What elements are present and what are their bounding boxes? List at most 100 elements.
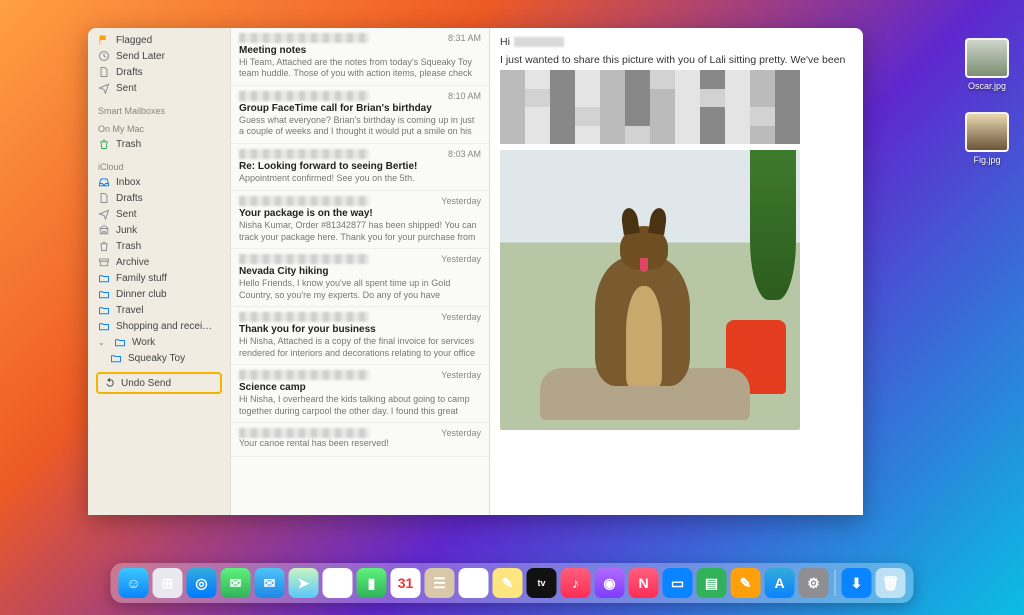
message-item[interactable]: YesterdayScience campHi Nisha, I overhea… bbox=[231, 365, 489, 423]
trash-icon bbox=[98, 138, 110, 150]
sidebar-item-send-later[interactable]: Send Later bbox=[88, 48, 230, 64]
dock-app-facetime[interactable]: ▮ bbox=[357, 568, 387, 598]
dock-app-finder[interactable]: ☺ bbox=[119, 568, 149, 598]
message-time: Yesterday bbox=[441, 428, 481, 438]
folder-icon bbox=[114, 336, 126, 348]
message-item[interactable]: 8:31 AMMeeting notesHi Team, Attached ar… bbox=[231, 28, 489, 86]
sidebar-item-label: Send Later bbox=[116, 51, 165, 62]
message-subject: Your package is on the way! bbox=[239, 208, 481, 219]
message-item[interactable]: YesterdayThank you for your businessHi N… bbox=[231, 307, 489, 365]
sidebar-item-inbox[interactable]: Inbox bbox=[88, 174, 230, 190]
sidebar-item-drafts[interactable]: Drafts bbox=[88, 190, 230, 206]
sidebar-item-label: Shopping and recei… bbox=[116, 321, 212, 332]
sidebar-item-label: Drafts bbox=[116, 193, 143, 204]
message-item[interactable]: 8:03 AMRe: Looking forward to seeing Ber… bbox=[231, 144, 489, 191]
desktop-file[interactable]: Oscar.jpg bbox=[960, 38, 1014, 91]
dock-app-maps[interactable]: ➤ bbox=[289, 568, 319, 598]
sidebar-item-archive[interactable]: Archive bbox=[88, 254, 230, 270]
inbox-icon bbox=[98, 176, 110, 188]
sidebar-header-icloud: iCloud bbox=[88, 156, 230, 174]
dock-app-pages[interactable]: ✎ bbox=[731, 568, 761, 598]
sidebar-item-label: Sent bbox=[116, 83, 137, 94]
sidebar-header-onmac: On My Mac bbox=[88, 118, 230, 136]
sidebar-item-travel[interactable]: Travel bbox=[88, 302, 230, 318]
message-time: Yesterday bbox=[441, 196, 481, 206]
undo-icon bbox=[104, 377, 116, 389]
file-thumbnail bbox=[965, 112, 1009, 152]
dock-app-numbers[interactable]: ▤ bbox=[697, 568, 727, 598]
dock-app-notes[interactable]: ✎ bbox=[493, 568, 523, 598]
dock-app-messages[interactable]: ✉ bbox=[221, 568, 251, 598]
redacted-sender bbox=[239, 254, 369, 264]
sidebar-item-squeaky-toy[interactable]: Squeaky Toy bbox=[88, 350, 230, 366]
sidebar-header-smart: Smart Mailboxes bbox=[88, 100, 230, 118]
dock-app-tv[interactable]: tv bbox=[527, 568, 557, 598]
message-preview: Hello Friends, I know you've all spent t… bbox=[239, 278, 481, 300]
message-time: Yesterday bbox=[441, 254, 481, 264]
dock-app-settings[interactable]: ⚙ bbox=[799, 568, 829, 598]
sidebar-item-junk[interactable]: Junk bbox=[88, 222, 230, 238]
sidebar-item-label: Sent bbox=[116, 209, 137, 220]
redacted-block bbox=[500, 70, 800, 144]
sidebar-item-label: Junk bbox=[116, 225, 137, 236]
sidebar-item-label: Drafts bbox=[116, 67, 143, 78]
dock-app-reminders[interactable]: ☰ bbox=[459, 568, 489, 598]
dock-app-keynote[interactable]: ▭ bbox=[663, 568, 693, 598]
undo-send-button[interactable]: Undo Send bbox=[96, 372, 222, 394]
sidebar-item-shopping-and-recei-[interactable]: Shopping and recei… bbox=[88, 318, 230, 334]
message-list[interactable]: 8:31 AMMeeting notesHi Team, Attached ar… bbox=[230, 28, 490, 515]
dock-app-safari[interactable]: ◎ bbox=[187, 568, 217, 598]
redacted-sender bbox=[239, 91, 369, 101]
folder-icon bbox=[98, 320, 110, 332]
folder-icon bbox=[110, 352, 122, 364]
redacted-sender bbox=[239, 196, 369, 206]
sidebar-item-label: Trash bbox=[116, 241, 141, 252]
message-preview: Hi Nisha, Attached is a copy of the fina… bbox=[239, 336, 481, 358]
redacted-sender bbox=[239, 428, 369, 438]
dock-app-calendar[interactable]: 31 bbox=[391, 568, 421, 598]
flag-icon bbox=[98, 34, 110, 46]
email-image-attachment[interactable] bbox=[500, 150, 800, 430]
message-preview: Nisha Kumar, Order #81342877 has been sh… bbox=[239, 220, 481, 242]
message-item[interactable]: 8:10 AMGroup FaceTime call for Brian's b… bbox=[231, 86, 489, 144]
trash-icon bbox=[98, 240, 110, 252]
sidebar-item-label: Archive bbox=[116, 257, 149, 268]
sidebar-item-dinner-club[interactable]: Dinner club bbox=[88, 286, 230, 302]
dock-app-news[interactable]: N bbox=[629, 568, 659, 598]
desktop-file[interactable]: Fig.jpg bbox=[960, 112, 1014, 165]
message-preview: Hi Nisha, I overheard the kids talking a… bbox=[239, 394, 481, 416]
message-item[interactable]: Yesterday Nevada City hikingHello Friends… bbox=[231, 249, 489, 307]
redacted-sender bbox=[239, 370, 369, 380]
sidebar-item-label: Squeaky Toy bbox=[128, 353, 185, 364]
mail-window: Flagged Send Later Drafts Sent Smart Mailbo… bbox=[88, 28, 863, 515]
clock-icon bbox=[98, 50, 110, 62]
sidebar-item-sent[interactable]: Sent bbox=[88, 206, 230, 222]
sidebar-item-work[interactable]: ⌄Work bbox=[88, 334, 230, 350]
dock-app-music[interactable]: ♪ bbox=[561, 568, 591, 598]
sidebar-item-family-stuff[interactable]: Family stuff bbox=[88, 270, 230, 286]
message-item[interactable]: Yesterday Your package is on the way!Nish… bbox=[231, 191, 489, 249]
dock-app-trash[interactable]: 🗑 bbox=[876, 568, 906, 598]
dock-app-launchpad[interactable]: ⊞ bbox=[153, 568, 183, 598]
sidebar-item-sent[interactable]: Sent bbox=[88, 80, 230, 96]
dock-app-downloads[interactable]: ⬇ bbox=[842, 568, 872, 598]
dock-app-mail[interactable]: ✉ bbox=[255, 568, 285, 598]
message-item[interactable]: YesterdayYour canoe rental has been rese… bbox=[231, 423, 489, 456]
dock: ☺⊞◎✉✉➤✿▮31☰☰✎tv♪◉N▭▤✎A⚙⬇🗑 bbox=[111, 563, 914, 603]
reader-body-text: I just wanted to share this picture with… bbox=[500, 54, 853, 66]
sidebar-item-trash[interactable]: Trash bbox=[88, 136, 230, 152]
message-preview: Guess what everyone? Brian's birthday is… bbox=[239, 115, 481, 137]
dock-app-photos[interactable]: ✿ bbox=[323, 568, 353, 598]
mail-sidebar: Flagged Send Later Drafts Sent Smart Mailbo… bbox=[88, 28, 230, 515]
dock-app-appstore[interactable]: A bbox=[765, 568, 795, 598]
sidebar-item-drafts[interactable]: Drafts bbox=[88, 64, 230, 80]
sidebar-item-flagged[interactable]: Flagged bbox=[88, 32, 230, 48]
junk-icon bbox=[98, 224, 110, 236]
dock-app-contacts[interactable]: ☰ bbox=[425, 568, 455, 598]
redacted-sender bbox=[239, 33, 369, 43]
message-subject: Nevada City hiking bbox=[239, 266, 481, 277]
sidebar-item-trash[interactable]: Trash bbox=[88, 238, 230, 254]
file-thumbnail bbox=[965, 38, 1009, 78]
dock-app-podcasts[interactable]: ◉ bbox=[595, 568, 625, 598]
folder-icon bbox=[98, 288, 110, 300]
